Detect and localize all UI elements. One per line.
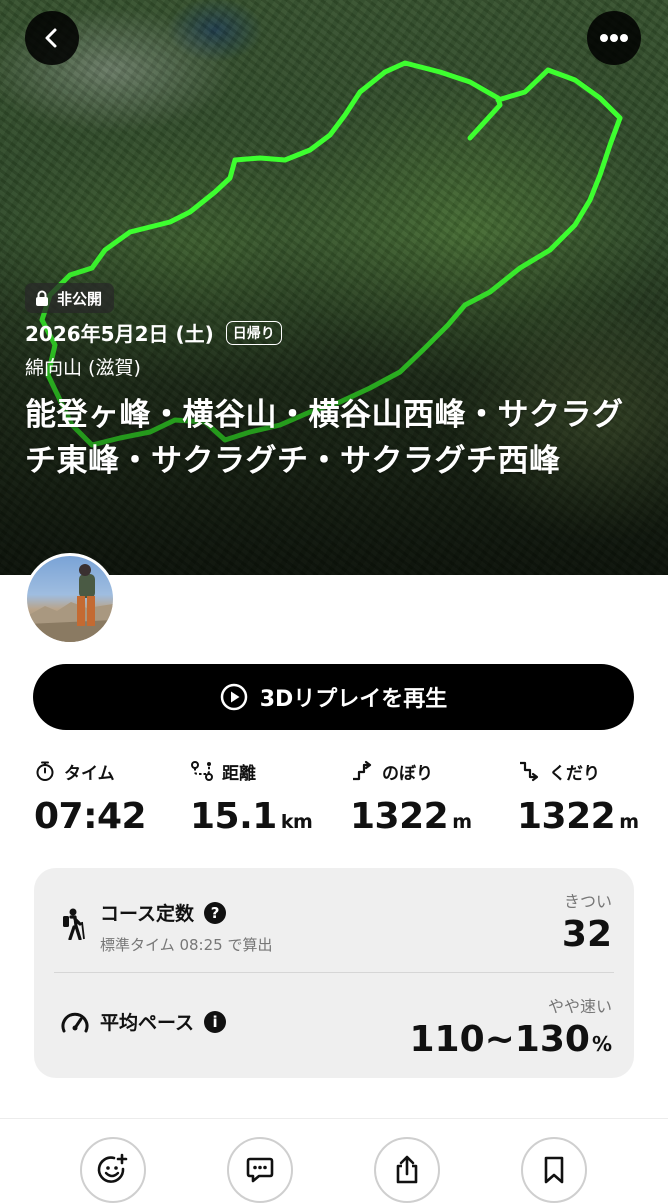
chevron-left-icon [45,28,57,48]
bottom-action-bar [0,1118,668,1203]
user-avatar[interactable] [24,553,116,645]
replay-3d-label: 3Dリプレイを再生 [259,687,448,712]
comment-icon [246,1157,274,1183]
stat-ascent-label: のぼり [382,763,433,784]
average-pace-row[interactable]: 平均ペース i やや速い 110~130% [34,973,634,1077]
play-circle-icon [220,683,247,711]
back-button[interactable] [25,11,79,65]
average-pace-value-wrap: 110~130% [409,1019,612,1060]
comment-button[interactable] [227,1137,293,1203]
stat-ascent-value: 1322 [350,796,449,837]
add-emoji-icon [97,1153,128,1183]
stat-distance: 距離 15.1 km [190,756,313,837]
question-circle-icon[interactable]: ? [204,901,227,924]
activity-date: 2026年5月2日 (土) [25,322,214,346]
privacy-label: 非公開 [57,289,103,308]
ellipsis-icon [600,34,628,42]
course-constant-title-wrap: コース定数 ? [100,899,227,926]
stat-distance-unit: km [280,811,313,833]
hiker-icon [63,908,85,940]
share-icon [396,1155,418,1184]
average-pace-level: やや速い [547,997,612,1016]
stat-time-label: タイム [64,763,115,784]
bookmark-icon [544,1156,564,1184]
reaction-button[interactable] [80,1137,146,1203]
course-constant-value: 32 [561,914,612,955]
stat-descent: くだり 1322 m [517,756,639,837]
stat-distance-value: 15.1 [190,796,277,837]
activity-stats: タイム 07:42 距離 15.1 km のぼり 1322 m くだり 1322… [0,756,668,846]
privacy-badge: 非公開 [25,283,115,313]
activity-date-row: 2026年5月2日 (土) 日帰り [25,318,282,347]
ascent-icon [353,760,372,781]
bookmark-button[interactable] [521,1137,587,1203]
course-constant-title: コース定数 [100,903,195,925]
route-icon [191,761,213,781]
average-pace-title-wrap: 平均ペース i [100,1008,227,1035]
stat-ascent-unit: m [452,811,472,833]
stat-time: タイム 07:42 [34,756,147,837]
average-pace-unit: % [591,1032,612,1056]
stat-descent-unit: m [619,811,639,833]
mountain-area[interactable]: 綿向山 (滋賀) [25,353,141,380]
info-circle-icon[interactable]: i [204,1010,227,1033]
course-constant-level: きつい [563,892,612,911]
stat-time-value: 07:42 [34,796,147,837]
stat-descent-label: くだり [549,763,600,784]
lock-icon [36,290,48,306]
stat-distance-label: 距離 [222,763,256,784]
descent-icon [520,761,539,782]
difficulty-card: コース定数 ? 標準タイム 08:25 で算出 きつい 32 平均ペース i や… [34,868,634,1078]
average-pace-value: 110~130 [409,1019,590,1060]
speedometer-icon [61,1012,89,1033]
more-button[interactable] [587,11,641,65]
standard-time-note: 標準タイム 08:25 で算出 [100,936,273,954]
activity-title: 能登ヶ峰・横谷山・横谷山西峰・サクラグチ東峰・サクラグチ・サクラグチ西峰 [25,397,624,479]
route-map[interactable]: 非公開 2026年5月2日 (土) 日帰り 綿向山 (滋賀) 能登ヶ峰・横谷山・… [0,0,668,575]
share-button[interactable] [374,1137,440,1203]
trip-type-tag: 日帰り [225,320,282,345]
replay-3d-button[interactable]: 3Dリプレイを再生 [33,664,634,730]
stat-descent-value: 1322 [517,796,616,837]
avatar-photo [27,564,113,642]
course-constant-row[interactable]: コース定数 ? 標準タイム 08:25 で算出 きつい 32 [34,868,634,972]
stopwatch-icon [36,761,54,781]
stat-ascent: のぼり 1322 m [350,756,472,837]
average-pace-title: 平均ペース [100,1012,195,1034]
